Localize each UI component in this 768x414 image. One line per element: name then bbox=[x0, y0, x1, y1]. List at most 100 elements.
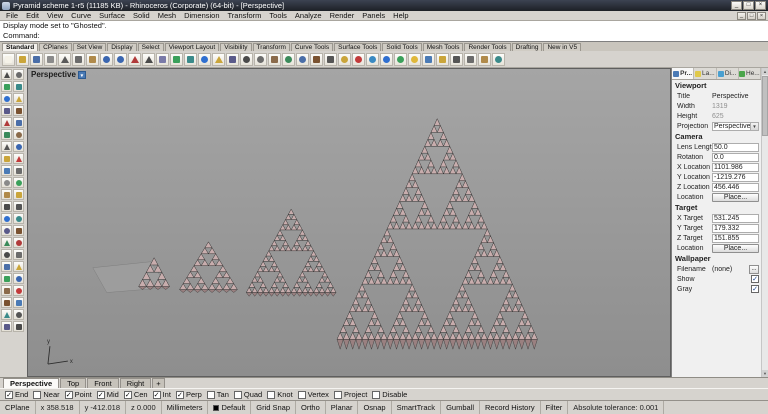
close-button[interactable]: × bbox=[755, 1, 766, 10]
gray-checkbox[interactable]: ✓ bbox=[751, 285, 759, 293]
toolbar-tab-curve-tools[interactable]: Curve Tools bbox=[291, 43, 333, 51]
scrollbar-track[interactable] bbox=[762, 75, 768, 370]
hide-icon[interactable] bbox=[1, 177, 12, 188]
menu-curve[interactable]: Curve bbox=[67, 11, 95, 20]
osnap-vertex-checkbox[interactable] bbox=[298, 391, 306, 399]
osnap-knot[interactable]: Knot bbox=[267, 390, 292, 399]
scroll-up-icon[interactable]: ▲ bbox=[762, 68, 768, 75]
object-properties-icon[interactable] bbox=[422, 53, 435, 66]
options-icon[interactable] bbox=[492, 53, 505, 66]
select-pointer-icon[interactable] bbox=[1, 69, 12, 80]
display-wireframe-icon[interactable] bbox=[324, 53, 337, 66]
command-input[interactable] bbox=[43, 31, 765, 41]
status-gumball[interactable]: Gumball bbox=[441, 401, 480, 414]
layer-manager-icon[interactable] bbox=[436, 53, 449, 66]
osnap-disable[interactable]: Disable bbox=[372, 390, 407, 399]
osnap-quad-checkbox[interactable] bbox=[234, 391, 242, 399]
menu-file[interactable]: File bbox=[2, 11, 22, 20]
lock-icon[interactable] bbox=[1, 189, 12, 200]
status-default[interactable]: Default bbox=[208, 401, 251, 414]
status-record-history[interactable]: Record History bbox=[480, 401, 541, 414]
move-icon[interactable] bbox=[1, 81, 12, 92]
input-rotation[interactable]: 0.0 bbox=[712, 153, 759, 162]
join-icon[interactable] bbox=[1, 153, 12, 164]
arc-icon[interactable] bbox=[13, 213, 24, 224]
toolbar-tab-surface-tools[interactable]: Surface Tools bbox=[334, 43, 381, 51]
child-close-button[interactable]: × bbox=[757, 12, 766, 20]
select-pointer-icon[interactable] bbox=[142, 53, 155, 66]
child-minimize-button[interactable]: _ bbox=[737, 12, 746, 20]
paste-icon[interactable] bbox=[86, 53, 99, 66]
osnap-perp-checkbox[interactable]: ✓ bbox=[176, 391, 184, 399]
extrude-icon[interactable] bbox=[13, 261, 24, 272]
menu-transform[interactable]: Transform bbox=[224, 11, 266, 20]
rotate-icon[interactable] bbox=[1, 93, 12, 104]
input-z-target[interactable]: 151.855 bbox=[712, 234, 759, 243]
cone-icon[interactable] bbox=[1, 309, 12, 320]
unlock-icon[interactable] bbox=[13, 189, 24, 200]
toolbar-tab-select[interactable]: Select bbox=[138, 43, 164, 51]
menu-panels[interactable]: Panels bbox=[358, 11, 389, 20]
notes-icon[interactable] bbox=[478, 53, 491, 66]
toolbar-tab-new-in-v5[interactable]: New in V5 bbox=[543, 43, 581, 51]
menu-mesh[interactable]: Mesh bbox=[154, 11, 180, 20]
perspective-viewport[interactable]: Perspective ▾ xy bbox=[27, 68, 671, 377]
move-icon[interactable] bbox=[170, 53, 183, 66]
place-button[interactable]: Place... bbox=[712, 193, 759, 202]
redo-icon[interactable] bbox=[114, 53, 127, 66]
panel-tab-he[interactable]: He... bbox=[739, 68, 761, 79]
osnap-quad[interactable]: Quad bbox=[234, 390, 262, 399]
toolbar-tab-visibility[interactable]: Visibility bbox=[220, 43, 251, 51]
set-view-icon[interactable] bbox=[310, 53, 323, 66]
pan-view-icon[interactable] bbox=[268, 53, 281, 66]
open-file-icon[interactable] bbox=[16, 53, 29, 66]
cylinder-icon[interactable] bbox=[13, 297, 24, 308]
osnap-end[interactable]: ✓End bbox=[5, 390, 28, 399]
polyline-icon[interactable] bbox=[13, 201, 24, 212]
panel-tab-di[interactable]: Di... bbox=[717, 68, 739, 79]
osnap-cen-checkbox[interactable]: ✓ bbox=[124, 391, 132, 399]
point-icon[interactable] bbox=[1, 249, 12, 260]
copy-icon[interactable] bbox=[13, 81, 24, 92]
new-viewport-tab[interactable]: + bbox=[152, 378, 164, 388]
show-icon[interactable] bbox=[13, 177, 24, 188]
input-lens-length[interactable]: 50.0 bbox=[712, 143, 759, 152]
status-grid-snap[interactable]: Grid Snap bbox=[251, 401, 296, 414]
osnap-disable-checkbox[interactable] bbox=[372, 391, 380, 399]
trim-icon[interactable] bbox=[1, 117, 12, 128]
status-ortho[interactable]: Ortho bbox=[296, 401, 326, 414]
menu-render[interactable]: Render bbox=[326, 11, 359, 20]
toolbar-tab-transform[interactable]: Transform bbox=[253, 43, 290, 51]
sweep-icon[interactable] bbox=[1, 285, 12, 296]
undo-icon[interactable] bbox=[100, 53, 113, 66]
osnap-int[interactable]: ✓Int bbox=[153, 390, 171, 399]
render-icon[interactable] bbox=[380, 53, 393, 66]
display-rendered-icon[interactable] bbox=[352, 53, 365, 66]
osnap-tan[interactable]: Tan bbox=[207, 390, 229, 399]
boolean-union-icon[interactable] bbox=[13, 309, 24, 320]
osnap-perp[interactable]: ✓Perp bbox=[176, 390, 202, 399]
status-cplane[interactable]: CPlane bbox=[0, 401, 36, 414]
sun-settings-icon[interactable] bbox=[408, 53, 421, 66]
chamfer-icon[interactable] bbox=[1, 141, 12, 152]
revolve-icon[interactable] bbox=[13, 273, 24, 284]
osnap-knot-checkbox[interactable] bbox=[267, 391, 275, 399]
copy-object-icon[interactable] bbox=[184, 53, 197, 66]
panel-scrollbar[interactable]: ▲ ▼ bbox=[761, 68, 768, 377]
viewport-menu-icon[interactable]: ▾ bbox=[78, 71, 86, 79]
osnap-point[interactable]: ✓Point bbox=[65, 390, 92, 399]
place-button[interactable]: Place... bbox=[712, 244, 759, 253]
menu-solid[interactable]: Solid bbox=[129, 11, 154, 20]
box-icon[interactable] bbox=[1, 297, 12, 308]
sphere-icon[interactable] bbox=[13, 285, 24, 296]
osnap-end-checkbox[interactable]: ✓ bbox=[5, 391, 13, 399]
mirror-icon[interactable] bbox=[1, 105, 12, 116]
osnap-cen[interactable]: ✓Cen bbox=[124, 390, 148, 399]
osnap-near[interactable]: Near bbox=[33, 390, 59, 399]
input-x-target[interactable]: 531.245 bbox=[712, 214, 759, 223]
scrollbar-thumb[interactable] bbox=[762, 76, 768, 136]
mirror-icon[interactable] bbox=[226, 53, 239, 66]
undo-view-change-icon[interactable] bbox=[296, 53, 309, 66]
toolbar-tab-display[interactable]: Display bbox=[107, 43, 136, 51]
zoom-window-icon[interactable] bbox=[254, 53, 267, 66]
